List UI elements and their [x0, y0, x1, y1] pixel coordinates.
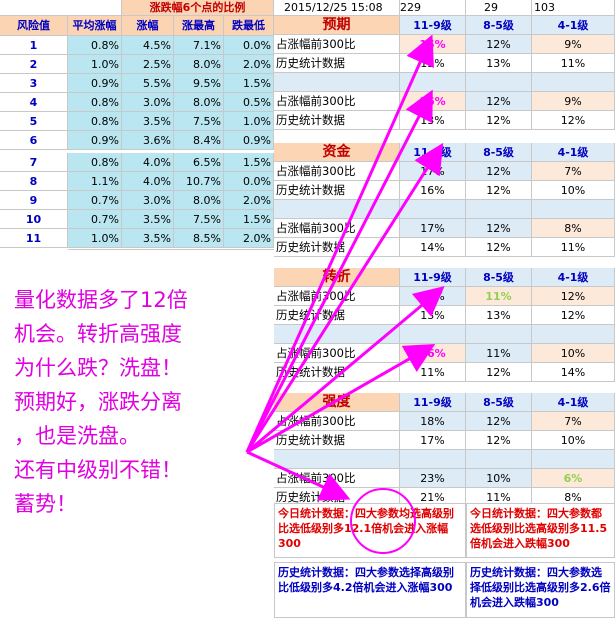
arrow-to-expectation-top [245, 34, 434, 453]
arrow-to-capital-top [245, 142, 444, 453]
arrow-to-turn-top [246, 286, 445, 454]
highlight-circle [350, 488, 416, 554]
arrow-to-strength-bottom [246, 450, 351, 501]
arrow-overlay [245, 34, 445, 554]
